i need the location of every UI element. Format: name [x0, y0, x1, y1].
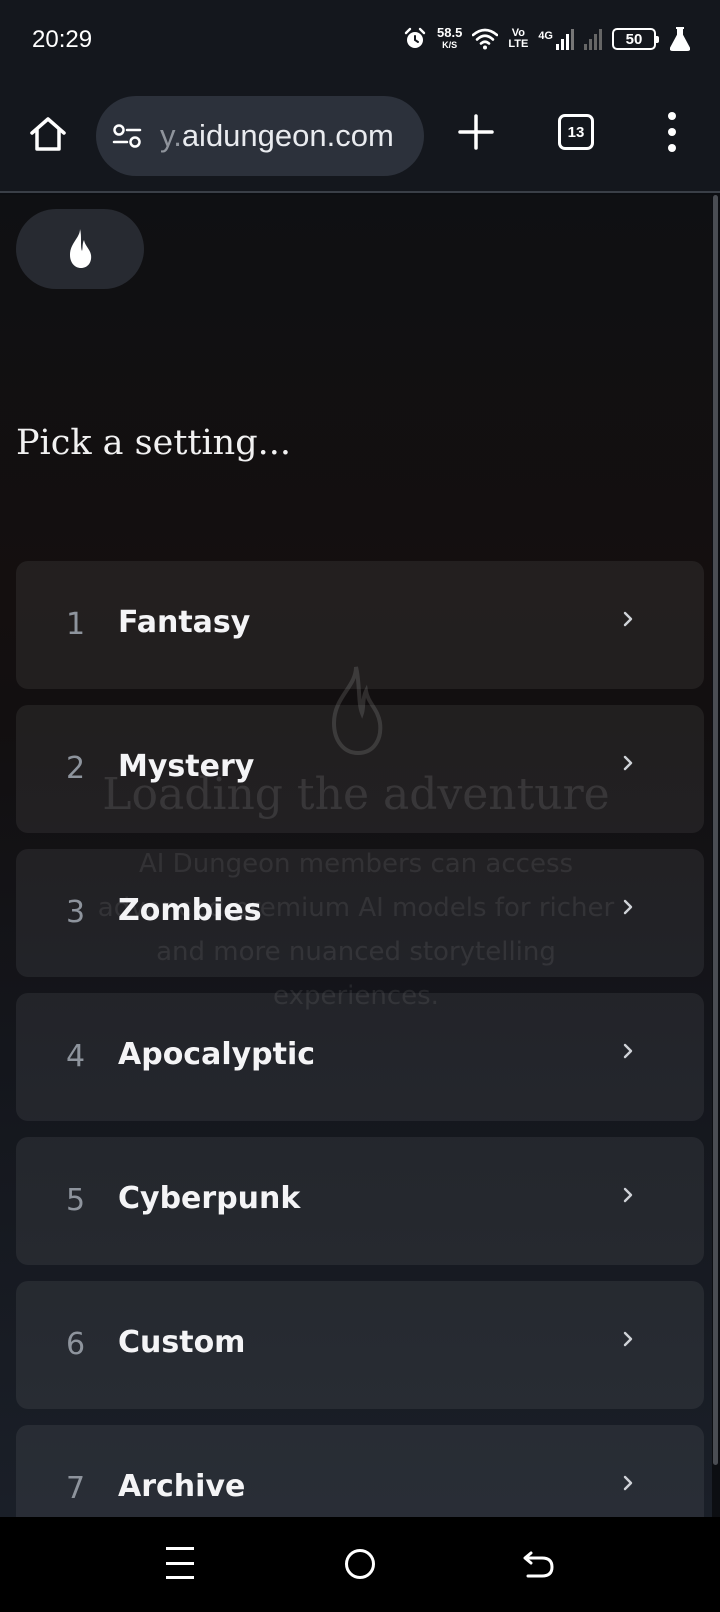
settings-list: 1 Fantasy 2 Mystery 3 Zombies 4 Apocalyp… [16, 561, 704, 1517]
chevron-right-icon [623, 899, 633, 915]
setting-number: 3 [66, 895, 86, 930]
wifi-icon [472, 28, 499, 50]
setting-number: 7 [66, 1471, 86, 1506]
setting-label: Fantasy [118, 605, 251, 640]
alarm-icon [404, 27, 426, 48]
recents-icon[interactable] [166, 1547, 194, 1579]
volte-indicator: Vo LTE [508, 27, 529, 50]
setting-number: 5 [66, 1183, 86, 1218]
setting-label: Apocalyptic [118, 1037, 316, 1072]
tab-switcher-icon[interactable]: 13 [558, 114, 594, 150]
address-bar[interactable]: y.aidungeon.com [96, 96, 424, 176]
setting-item-fantasy[interactable]: 1 Fantasy [16, 561, 704, 689]
home-icon[interactable] [28, 114, 68, 154]
setting-label: Mystery [118, 749, 255, 784]
page-scrollbar[interactable] [712, 195, 720, 1517]
setting-item-mystery[interactable]: 2 Mystery [16, 705, 704, 833]
chevron-right-icon [623, 1187, 633, 1203]
browser-toolbar: y.aidungeon.com 13 [0, 80, 720, 193]
setting-item-archive[interactable]: 7 Archive [16, 1425, 704, 1517]
flame-icon [70, 229, 92, 268]
setting-number: 6 [66, 1327, 86, 1362]
setting-item-zombies[interactable]: 3 Zombies [16, 849, 704, 977]
home-button[interactable] [16, 209, 144, 289]
signal-icon-secondary [584, 28, 602, 50]
setting-number: 1 [66, 607, 86, 642]
url-text[interactable]: y.aidungeon.com [160, 118, 394, 154]
home-circle-icon[interactable] [345, 1549, 375, 1579]
status-bar: 20:29 58.5 K/S Vo LTE 4G 50 [0, 0, 720, 80]
site-settings-icon[interactable] [112, 122, 142, 150]
setting-label: Custom [118, 1325, 246, 1360]
system-nav-bar [0, 1517, 720, 1612]
chevron-right-icon [623, 1043, 633, 1059]
tab-count: 13 [567, 123, 585, 141]
scrollbar-thumb[interactable] [713, 195, 718, 1465]
chevron-right-icon [623, 1331, 633, 1347]
battery-icon: 50 [612, 28, 659, 50]
more-menu-icon[interactable] [662, 112, 682, 152]
status-time: 20:29 [32, 26, 93, 53]
flask-icon [670, 27, 690, 51]
back-icon[interactable] [522, 1547, 556, 1581]
network-type: 4G [538, 30, 553, 42]
new-tab-icon[interactable] [458, 114, 494, 150]
setting-label: Zombies [118, 893, 262, 928]
setting-label: Archive [118, 1469, 246, 1504]
chevron-right-icon [623, 1475, 633, 1491]
signal-icon [556, 28, 574, 50]
status-icons: 58.5 K/S Vo LTE 4G 50 [403, 24, 690, 54]
setting-label: Cyberpunk [118, 1181, 301, 1216]
setting-item-cyberpunk[interactable]: 5 Cyberpunk [16, 1137, 704, 1265]
network-speed: 58.5 K/S [437, 25, 463, 50]
chevron-right-icon [623, 611, 633, 627]
chevron-right-icon [623, 755, 633, 771]
page-content: Pick a setting... Loading the adventure … [0, 195, 712, 1517]
setting-number: 2 [66, 751, 86, 786]
setting-item-custom[interactable]: 6 Custom [16, 1281, 704, 1409]
page-title: Pick a setting... [16, 423, 291, 463]
setting-number: 4 [66, 1039, 86, 1074]
setting-item-apocalyptic[interactable]: 4 Apocalyptic [16, 993, 704, 1121]
